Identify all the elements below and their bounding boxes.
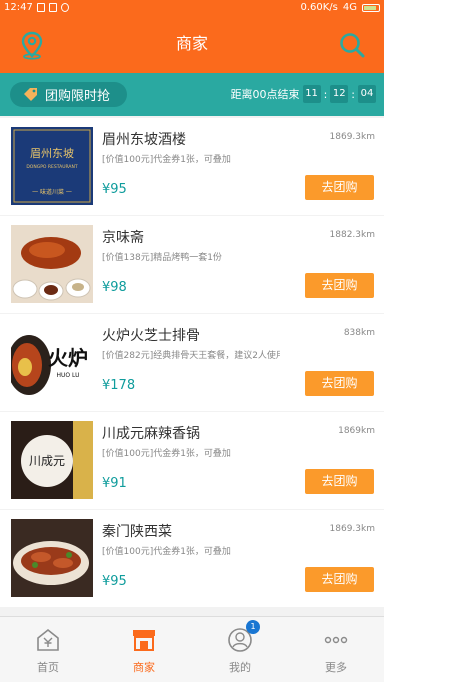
merchant-thumbnail: [11, 225, 93, 303]
thumb-brand-sub: DONGPO RESTAURANT: [26, 164, 78, 170]
countdown-hours: 11: [302, 85, 321, 103]
list-item[interactable]: 京味斋 1882.3km [价值138元]精品烤鸭一套1份 ¥98 去团购: [0, 216, 384, 313]
merchant-name: 火炉火芝士排骨: [102, 328, 200, 344]
merchant-name: 眉州东坡酒楼: [102, 132, 186, 148]
status-left: 12:47: [4, 2, 69, 13]
deal-price: ¥91: [102, 476, 127, 491]
group-buy-button[interactable]: 去团购: [305, 371, 374, 396]
tab-label: 更多: [325, 661, 347, 674]
promo-bar: 团购限时抢 距离00点结束 11 : 12 : 04: [0, 73, 384, 116]
thumb-brand-text: 川成元: [29, 454, 65, 468]
group-buy-button[interactable]: 去团购: [305, 469, 374, 494]
merchant-logo-image: 眉州东坡 DONGPO RESTAURANT 一 味道川菜 一: [11, 127, 93, 205]
shaanxi-dish-image: [11, 519, 93, 597]
tab-label: 首页: [37, 661, 59, 674]
bottom-tab-bar: 首页 商家 1 我的 更多: [0, 616, 384, 682]
battery-icon: [362, 3, 380, 12]
notification-icon: [48, 3, 57, 12]
merchant-thumbnail: 火炉 HUO LU: [11, 323, 93, 401]
notification-icon: [36, 3, 45, 12]
group-buy-button[interactable]: 去团购: [305, 567, 374, 592]
deal-price: ¥98: [102, 280, 127, 295]
deal-price: ¥178: [102, 378, 136, 393]
countdown-label: 距离00点结束: [230, 88, 300, 101]
status-bar: 12:47 0.60K/s 4G: [0, 0, 384, 15]
countdown-minutes: 12: [330, 85, 349, 103]
thumb-brand-sub: HUO LU: [57, 372, 80, 379]
more-icon: [324, 636, 348, 644]
deal-description: [价值282元]经典排骨天王套餐，建议2人使用: [102, 351, 280, 361]
deal-price: ¥95: [102, 182, 127, 197]
merchant-distance: 838km: [343, 328, 375, 338]
merchant-name: 川成元麻辣香锅: [102, 426, 200, 442]
tab-shop[interactable]: 商家: [96, 617, 192, 682]
list-item[interactable]: 秦门陕西菜 1869.3km [价值100元]代金券1张，可叠加 ¥95 去团购: [0, 510, 384, 607]
notification-badge: 1: [246, 620, 260, 634]
merchant-name: 秦门陕西菜: [102, 524, 172, 540]
merchant-thumbnail: 川成元: [11, 421, 93, 499]
group-buy-button[interactable]: 去团购: [305, 273, 374, 298]
search-icon[interactable]: [338, 31, 366, 59]
deal-description: [价值138元]精品烤鸭一套1份: [102, 253, 222, 263]
thumb-brand-text: 眉州东坡: [30, 147, 74, 160]
merchant-thumbnail: 眉州东坡 DONGPO RESTAURANT 一 味道川菜 一: [11, 127, 93, 205]
shop-icon: [133, 630, 155, 651]
list-item[interactable]: 川成元 川成元麻辣香锅 1869km [价值100元]代金券1张，可叠加 ¥91…: [0, 412, 384, 509]
merchant-distance: 1869.3km: [329, 524, 375, 534]
merchant-distance: 1882.3km: [329, 230, 375, 240]
hot-pot-image: 川成元: [11, 421, 93, 499]
deal-description: [价值100元]代金券1张，可叠加: [102, 155, 231, 165]
home-yen-icon: [37, 628, 59, 651]
tab-more[interactable]: 更多: [288, 617, 384, 682]
group-buy-button[interactable]: 去团购: [305, 175, 374, 200]
deal-price: ¥95: [102, 574, 127, 589]
list-item[interactable]: 火炉 HUO LU 火炉火芝士排骨 838km [价值282元]经典排骨天王套餐…: [0, 314, 384, 411]
merchant-list: 眉州东坡 DONGPO RESTAURANT 一 味道川菜 一 眉州东坡酒楼 1…: [0, 118, 384, 616]
countdown: 距离00点结束 11 : 12 : 04: [231, 85, 376, 103]
app-header: 商家: [0, 15, 384, 73]
countdown-seconds: 04: [358, 85, 376, 103]
tab-label: 我的: [229, 661, 251, 674]
tag-icon: [24, 88, 37, 101]
deal-description: [价值100元]代金券1张，可叠加: [102, 449, 231, 459]
merchant-thumbnail: [11, 519, 93, 597]
merchant-name: 京味斋: [102, 230, 144, 246]
ribs-image: 火炉 HUO LU: [11, 323, 93, 401]
thumb-brand-text: 火炉: [48, 346, 88, 370]
countdown-separator: :: [323, 87, 328, 101]
list-item[interactable]: 眉州东坡 DONGPO RESTAURANT 一 味道川菜 一 眉州东坡酒楼 1…: [0, 118, 384, 215]
status-right: 0.60K/s 4G: [300, 2, 380, 13]
merchant-distance: 1869.3km: [329, 132, 375, 142]
status-time: 12:47: [4, 2, 33, 13]
page-title: 商家: [175, 34, 208, 53]
thumb-brand-bottom: 一 味道川菜 一: [32, 188, 72, 196]
deal-description: [价值100元]代金券1张，可叠加: [102, 547, 231, 557]
signal-type: 4G: [342, 2, 357, 13]
promo-label: 团购限时抢: [45, 89, 111, 104]
phone-screen: 12:47 0.60K/s 4G 商家 团购限时抢 距离00点结束 11: 1…: [0, 0, 384, 682]
merchant-distance: 1869km: [338, 426, 375, 436]
group-buy-pill[interactable]: 团购限时抢: [10, 82, 127, 107]
tab-mine[interactable]: 1 我的: [192, 617, 288, 682]
roast-duck-image: [11, 225, 93, 303]
tab-label: 商家: [133, 661, 155, 674]
tab-home[interactable]: 首页: [0, 617, 96, 682]
network-speed: 0.60K/s: [300, 2, 338, 13]
notification-icon: [60, 3, 69, 12]
countdown-separator: :: [351, 87, 355, 101]
